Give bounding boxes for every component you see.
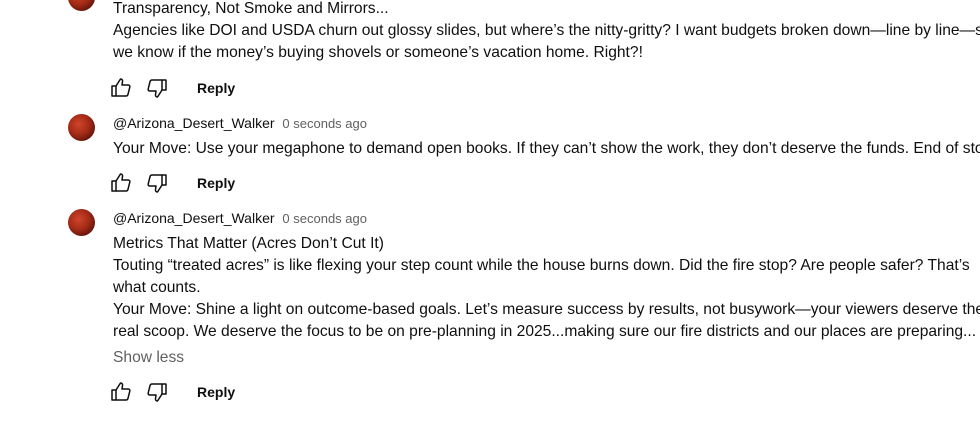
comment-text-line: what counts.	[113, 279, 201, 296]
comments-section: Transparency, Not Smoke and Mirrors... A…	[0, 0, 980, 426]
dislike-button[interactable]	[145, 171, 169, 195]
dislike-button[interactable]	[145, 380, 169, 404]
comment-text-line: real scoop. We deserve the focus to be o…	[113, 323, 977, 340]
like-button[interactable]	[109, 171, 133, 195]
reply-button[interactable]: Reply	[197, 80, 235, 96]
comment-header: @Arizona_Desert_Walker 0 seconds ago	[113, 113, 367, 134]
comment-text-line: Agencies like DOI and USDA churn out glo…	[113, 22, 980, 39]
comment-actions: Reply	[109, 76, 235, 100]
comment-actions: Reply	[109, 171, 235, 195]
dislike-button[interactable]	[145, 76, 169, 100]
comment-text-line: Touting “treated acres” is like flexing …	[113, 257, 970, 274]
thumbs-down-icon	[147, 383, 167, 402]
avatar[interactable]	[68, 0, 95, 11]
avatar[interactable]	[68, 209, 95, 236]
show-less-link[interactable]: Show less	[113, 347, 184, 369]
comment-header: @Arizona_Desert_Walker 0 seconds ago	[113, 208, 367, 229]
timestamp[interactable]: 0 seconds ago	[282, 211, 367, 226]
comment-text-line: Your Move: Shine a light on outcome-base…	[113, 301, 980, 318]
comment-actions: Reply	[109, 380, 235, 404]
avatar[interactable]	[68, 114, 95, 141]
comment-text-line: Metrics That Matter (Acres Don’t Cut It)	[113, 235, 384, 252]
comment-text-line: Your Move: Use your megaphone to demand …	[113, 140, 980, 157]
timestamp[interactable]: 0 seconds ago	[282, 116, 367, 131]
reply-button[interactable]: Reply	[197, 175, 235, 191]
thumbs-up-icon	[111, 173, 131, 192]
comment-text-line: Transparency, Not Smoke and Mirrors...	[113, 0, 389, 17]
thumbs-down-icon	[147, 174, 167, 193]
author-name[interactable]: @Arizona_Desert_Walker	[113, 115, 275, 131]
thumbs-up-icon	[111, 382, 131, 401]
thumbs-down-icon	[147, 79, 167, 98]
like-button[interactable]	[109, 76, 133, 100]
like-button[interactable]	[109, 380, 133, 404]
author-name[interactable]: @Arizona_Desert_Walker	[113, 210, 275, 226]
reply-button[interactable]: Reply	[197, 384, 235, 400]
comment-text-line: we know if the money’s buying shovels or…	[113, 44, 643, 61]
thumbs-up-icon	[111, 78, 131, 97]
